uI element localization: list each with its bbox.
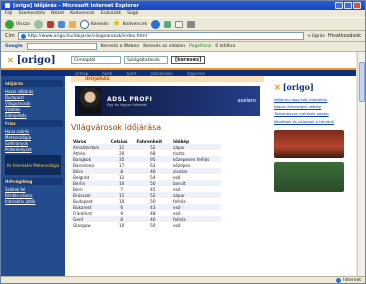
home-icon[interactable]	[69, 20, 77, 28]
right-link[interactable]: Napos ellenséges időkép	[274, 104, 344, 109]
popup-blocked[interactable]: 0 letiltva	[215, 44, 235, 49]
minimize-button[interactable]	[335, 2, 343, 9]
right-sidebar: ✕ [origo] Időjárás nagy-kép interaktív N…	[270, 76, 348, 276]
page-title: Világvárosok időjárása	[71, 123, 162, 132]
site-header: ✕ [origo] Címlaptól Szolgáltatások [kere…	[1, 52, 356, 70]
scrollbar-thumb[interactable]	[359, 62, 365, 102]
menu-favorites[interactable]: Kedvencek	[70, 11, 94, 16]
nav-item[interactable]: címlap	[75, 71, 88, 76]
sidebar-promo[interactable]: Az Interaktív Meteorológia	[5, 155, 61, 175]
google-search-web[interactable]: Keresés a Weben	[101, 44, 140, 49]
vertical-scrollbar[interactable]	[357, 52, 365, 276]
left-sidebar: Időjárás Hazai időjárás Budapest Világvá…	[1, 76, 65, 276]
site-search-button[interactable]: [keresés]	[171, 56, 206, 64]
standard-toolbar: Vissza Keresés ★ Kedvencek	[1, 17, 365, 31]
weather-table: Város Celsius Fahrenheit Időkép Amszterd…	[71, 138, 221, 228]
right-link[interactable]: Kérdések és válaszok a témáról	[274, 119, 344, 124]
origo-logo[interactable]: ✕ [origo]	[1, 55, 71, 66]
forward-arrow-icon[interactable]	[34, 19, 44, 29]
right-link[interactable]: Időjárás nagy-kép interaktív	[274, 97, 344, 102]
address-label: Cím	[5, 33, 15, 39]
back-button[interactable]: Vissza	[5, 19, 30, 29]
sidebar-section-title: Friss	[3, 120, 63, 127]
address-bar: Cím http://www.origo.hu/idojaras/vilagva…	[1, 31, 365, 42]
title-bar: [origo] Időjárás - Microsoft Internet Ex…	[1, 1, 365, 10]
cell-city: Glasgow	[73, 222, 91, 228]
search-icon	[80, 19, 90, 29]
banner-subtitle: Egy év ingyen internet	[107, 102, 147, 107]
sidebar-section-title: Hétvégiblog	[3, 178, 63, 185]
menu-bar: Fájl Szerkesztés Nézet Kedvencek Eszközö…	[1, 10, 365, 17]
banner-person-image	[79, 88, 101, 114]
nav-item[interactable]: sport	[126, 71, 136, 76]
menu-file[interactable]: Fájl	[5, 11, 12, 16]
main-content: IDŐJÁRÁS ADSL PROFI Egy év ingyen intern…	[65, 76, 270, 276]
maximize-button[interactable]	[344, 2, 352, 9]
nav-item[interactable]: hírek	[102, 71, 112, 76]
status-bar: Internet	[1, 276, 365, 283]
page-icon	[20, 33, 26, 39]
sidebar-item[interactable]: Pollenhelyzet	[3, 146, 63, 152]
window-title: [origo] Időjárás - Microsoft Internet Ex…	[13, 2, 139, 9]
menu-edit[interactable]: Szerkesztés	[18, 11, 45, 16]
star-icon: ★	[112, 19, 121, 29]
menu-help[interactable]: Súgó	[127, 11, 138, 16]
google-label[interactable]: Google	[5, 44, 23, 49]
pool-table-image[interactable]	[274, 161, 344, 192]
site-search: Címlaptól Szolgáltatások [keresés]	[71, 56, 206, 64]
pagerank[interactable]: PageRank	[189, 44, 211, 49]
security-zone: Internet	[336, 277, 361, 283]
banner-title: ADSL PROFI	[107, 95, 153, 103]
close-button[interactable]	[353, 2, 361, 9]
ad-banner[interactable]: ADSL PROFI Egy év ingyen internet axeler…	[75, 86, 260, 116]
go-arrow-icon: ➜	[306, 33, 311, 39]
right-origo-logo[interactable]: ✕ [origo]	[274, 82, 344, 92]
site-search-input[interactable]: Címlaptól	[71, 56, 121, 64]
globe-icon	[336, 277, 342, 283]
google-search-site[interactable]: Keresés az oldalon	[143, 44, 185, 49]
print-icon[interactable]	[187, 20, 196, 28]
cell-celsius: 10	[118, 222, 125, 228]
right-link[interactable]: Tudományos mérések adatai	[274, 111, 344, 116]
site-search-scope[interactable]: Szolgáltatások	[124, 56, 168, 64]
nav-item[interactable]: ingyenes	[187, 71, 205, 76]
billiard-table-image[interactable]	[274, 129, 344, 158]
menu-view[interactable]: Nézet	[51, 11, 64, 16]
ie-icon	[5, 3, 10, 8]
google-toolbar: Google Keresés a Weben Keresés az oldalo…	[1, 42, 365, 52]
favorites-button[interactable]: ★ Kedvencek	[113, 19, 148, 29]
cell-sky: eső	[173, 222, 181, 228]
origo-x-icon: ✕	[7, 55, 14, 65]
right-links: Időjárás nagy-kép interaktív Napos ellen…	[274, 97, 344, 124]
banner-brand: axelero	[237, 98, 256, 104]
google-search-input[interactable]	[26, 43, 97, 50]
nav-item[interactable]: szórakozás	[151, 71, 173, 76]
sidebar-item[interactable]: Előrejelzés	[3, 112, 63, 118]
go-button[interactable]: ➜ Ugrás	[307, 34, 325, 39]
origo-x-icon: ✕	[274, 82, 281, 92]
menu-tools[interactable]: Eszközök	[101, 11, 121, 16]
links-label[interactable]: Hivatkozások	[328, 33, 361, 39]
sidebar-section-title: Időjárás	[3, 80, 63, 87]
section-tagline: IDŐJÁRÁS	[71, 76, 264, 82]
history-icon[interactable]	[164, 20, 172, 28]
refresh-icon[interactable]	[58, 20, 66, 28]
media-icon[interactable]	[151, 19, 161, 29]
sidebar-item[interactable]: Interaktív játék	[3, 198, 63, 204]
mail-icon[interactable]	[175, 20, 184, 28]
stop-icon[interactable]	[47, 20, 55, 28]
search-button[interactable]: Keresés	[80, 19, 109, 29]
table-row: Glasgow 10 50 eső	[71, 222, 221, 228]
page-viewport: ✕ [origo] Címlaptól Szolgáltatások [kere…	[1, 52, 356, 276]
address-input[interactable]: http://www.origo.hu/idojaras/vilagvaroso…	[17, 32, 304, 40]
cell-fahrenheit: 50	[150, 222, 156, 228]
back-arrow-icon	[5, 19, 14, 29]
